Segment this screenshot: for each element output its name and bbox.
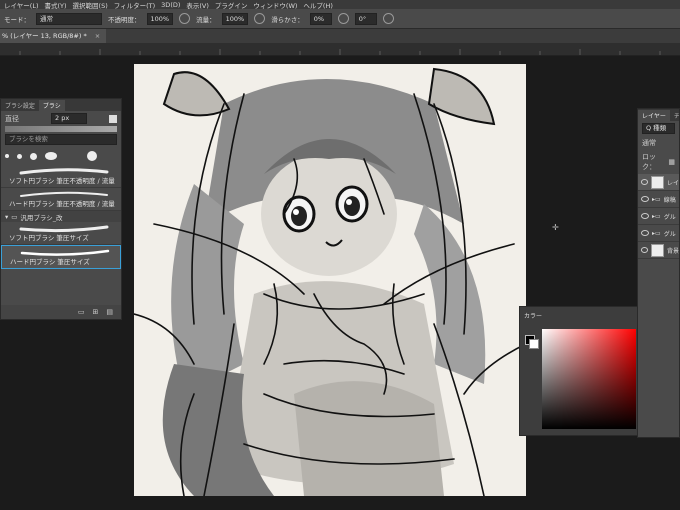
folder-icon: ▸▭ bbox=[652, 229, 661, 237]
angle-field[interactable]: 0° bbox=[354, 12, 377, 25]
layer-kind-filter[interactable]: Q 種類 bbox=[642, 123, 675, 134]
mode-select[interactable]: 通常 bbox=[36, 12, 102, 25]
brush-search-input[interactable]: ブラシを検索 bbox=[5, 134, 117, 145]
brush-size-label: 直径 bbox=[5, 114, 19, 123]
tab-channels[interactable]: チャン bbox=[670, 110, 679, 121]
layer-filter-row: Q 種類 bbox=[638, 121, 679, 136]
gear-icon[interactable] bbox=[337, 13, 349, 24]
sketch-artwork bbox=[134, 67, 526, 496]
new-brush-icon[interactable]: ⊞ bbox=[93, 308, 99, 316]
brush-size-row: 直径 2 px bbox=[1, 111, 121, 126]
cursor-crosshair-icon: ✛ bbox=[552, 223, 559, 232]
recent-brush-1[interactable] bbox=[5, 154, 9, 158]
brush-item[interactable]: ソフト円ブラシ 筆圧不透明度 / 流量 bbox=[1, 165, 121, 188]
options-bar: モード： 通常 不透明度： 100% 流量： 100% 滑らかさ： 0% 0° bbox=[0, 9, 680, 29]
layer-name: グル bbox=[663, 213, 676, 221]
eye-icon[interactable] bbox=[641, 213, 649, 219]
blend-mode-select[interactable]: 通常 bbox=[642, 138, 656, 148]
brush-item[interactable]: ソフト円ブラシ 筆圧サイズ bbox=[1, 222, 121, 245]
blend-mode-row: 通常 bbox=[638, 136, 679, 150]
brush-panel: ブラシ設定 ブラシ 直径 2 px ブラシを検索 ソフト円ブラシ 筆圧不透明度 … bbox=[0, 98, 122, 320]
recent-brush-2[interactable] bbox=[17, 153, 22, 159]
smoothing-field[interactable]: 0% bbox=[309, 12, 332, 25]
brush-search-row: ブラシを検索 bbox=[1, 132, 121, 147]
lock-label: ロック： bbox=[642, 153, 656, 171]
layer-name: 背景 bbox=[666, 247, 679, 255]
brush-folder-label: 汎用ブラシ_改 bbox=[20, 213, 63, 222]
eye-icon[interactable] bbox=[641, 196, 649, 202]
color-panel-title: カラー bbox=[524, 313, 543, 320]
recent-brush-4[interactable] bbox=[45, 152, 57, 160]
layer-name: レイ bbox=[666, 179, 679, 187]
menu-bar: レイヤー(L) 書式(Y) 選択範囲(S) フィルター(T) 3D(D) 表示(… bbox=[0, 0, 680, 10]
brush-size-field[interactable]: 2 px bbox=[51, 113, 87, 124]
brush-panel-footer: ▭ ⊞ ▤ bbox=[1, 305, 121, 319]
brush-item-label: ソフト円ブラシ 筆圧不透明度 / 流量 bbox=[9, 177, 115, 185]
eye-icon[interactable] bbox=[641, 230, 649, 236]
flow-field[interactable]: 100% bbox=[221, 12, 249, 25]
layer-name: 線稿 bbox=[663, 196, 676, 204]
folder-icon[interactable]: ▭ bbox=[78, 308, 85, 316]
layers-panel: レイヤー チャン Q 種類 通常 ロック： ▦ レイ ▸▭ 線稿 ▸▭ グル ▸… bbox=[637, 108, 680, 438]
layer-row[interactable]: レイ bbox=[638, 174, 679, 191]
document-tab-bar: % (レイヤー 13, RGB/8#) * × bbox=[0, 29, 680, 43]
layer-thumbnail bbox=[651, 175, 664, 189]
tab-layers[interactable]: レイヤー bbox=[638, 110, 670, 121]
trash-icon[interactable]: ▤ bbox=[106, 308, 113, 316]
layers-panel-tabs: レイヤー チャン bbox=[638, 109, 679, 121]
layer-row[interactable]: ▸▭ グル bbox=[638, 208, 679, 225]
tab-brushes[interactable]: ブラシ bbox=[38, 100, 65, 111]
color-picker-field[interactable] bbox=[542, 329, 636, 429]
folder-icon: ▭ bbox=[11, 212, 18, 221]
document-canvas[interactable] bbox=[134, 64, 526, 496]
folder-icon: ▸▭ bbox=[652, 195, 661, 203]
eye-icon[interactable] bbox=[641, 179, 649, 185]
opacity-label: 不透明度： bbox=[108, 15, 141, 24]
flow-label: 流量： bbox=[196, 15, 216, 24]
recent-brush-5[interactable] bbox=[87, 151, 97, 161]
document-title: % (レイヤー 13, RGB/8#) * bbox=[2, 32, 87, 40]
mode-label: モード： bbox=[4, 15, 30, 24]
folder-icon: ▸▭ bbox=[652, 212, 661, 220]
pressure-opacity-icon[interactable] bbox=[179, 13, 191, 24]
recent-brush-3[interactable] bbox=[30, 152, 37, 160]
layer-row[interactable]: 背景 bbox=[638, 242, 679, 259]
menu-3d[interactable]: 3D(D) bbox=[161, 1, 180, 9]
opacity-field[interactable]: 100% bbox=[146, 12, 174, 25]
tab-brush-settings[interactable]: ブラシ設定 bbox=[1, 100, 39, 111]
brush-folder[interactable]: ▾ ▭ 汎用ブラシ_改 bbox=[1, 211, 121, 222]
recent-brushes bbox=[1, 147, 121, 165]
brush-item[interactable]: ハード円ブラシ 筆圧不透明度 / 流量 bbox=[1, 188, 121, 211]
brush-edit-icon[interactable] bbox=[109, 114, 117, 123]
brush-item-label: ハード円ブラシ 筆圧サイズ bbox=[10, 258, 90, 266]
brush-item-selected[interactable]: ハード円ブラシ 筆圧サイズ bbox=[1, 245, 121, 269]
layer-name: グル bbox=[663, 230, 676, 238]
pressure-size-icon[interactable] bbox=[382, 13, 394, 24]
brush-item-label: ソフト円ブラシ 筆圧サイズ bbox=[9, 234, 89, 242]
lock-row: ロック： ▦ bbox=[638, 150, 679, 174]
chevron-down-icon[interactable]: ▾ bbox=[5, 213, 8, 221]
lock-pixels-icon[interactable]: ▦ bbox=[668, 158, 675, 166]
layer-row[interactable]: ▸▭ 線稿 bbox=[638, 191, 679, 208]
airbrush-icon[interactable] bbox=[254, 13, 266, 24]
color-panel: カラー bbox=[519, 306, 638, 436]
close-icon[interactable]: × bbox=[95, 32, 100, 40]
brush-item-label: ハード円ブラシ 筆圧不透明度 / 流量 bbox=[9, 200, 115, 208]
document-tab[interactable]: % (レイヤー 13, RGB/8#) * × bbox=[0, 29, 107, 43]
brush-panel-tabs: ブラシ設定 ブラシ bbox=[1, 99, 121, 111]
ruler-horizontal bbox=[0, 43, 680, 56]
background-color-swatch[interactable] bbox=[529, 339, 539, 349]
layer-thumbnail bbox=[651, 243, 664, 257]
ruler-ticks bbox=[19, 49, 661, 55]
smoothing-label: 滑らかさ： bbox=[271, 15, 304, 24]
layer-row[interactable]: ▸▭ グル bbox=[638, 225, 679, 242]
eye-icon[interactable] bbox=[641, 247, 649, 253]
